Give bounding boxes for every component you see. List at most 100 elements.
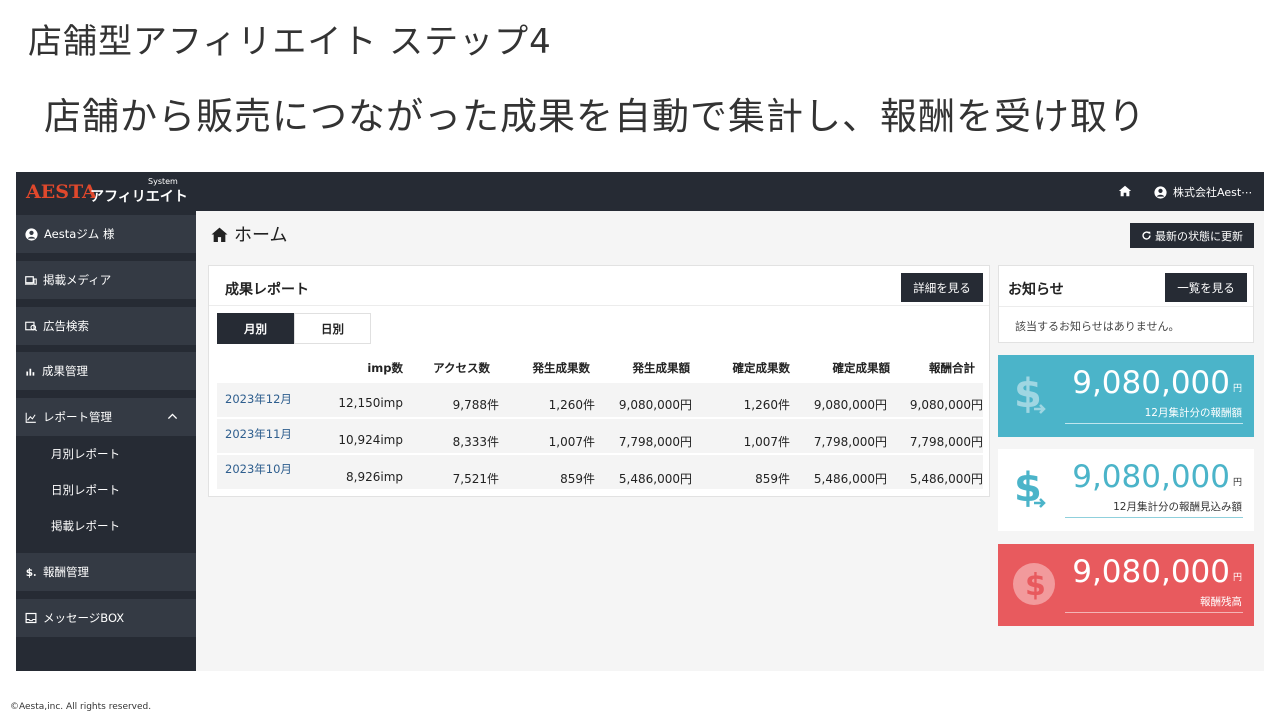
sidebar-item-reports[interactable]: レポート管理: [16, 398, 196, 436]
media-icon: [25, 275, 37, 285]
cell-confirmed-count: 1,007件: [743, 435, 790, 449]
cell-imp: 8,926imp: [346, 470, 403, 484]
column-header: アクセス数: [433, 361, 490, 375]
slide-subtitle: 店舗から販売につながった成果を自動で集計し、報酬を受け取り: [44, 95, 1146, 138]
topbar: AESTA アフィリエイト System 株式会社Aest⋯: [16, 172, 1264, 211]
dollar-transfer-icon: $: [1014, 465, 1046, 511]
report-title: 成果レポート: [225, 282, 309, 298]
tab-monthly[interactable]: 月別: [217, 313, 294, 344]
home-icon: [211, 227, 228, 242]
dollar-coin-icon: $: [1013, 563, 1055, 605]
stat-amount: 9,080,000: [1072, 554, 1230, 590]
divider: [1065, 517, 1243, 518]
report-card: 成果レポート 詳細を見る 月別 日別 imp数 アクセス数 発生成果数 発生成果…: [208, 265, 990, 497]
notice-title: お知らせ: [1008, 282, 1064, 298]
slide-title: 店舗型アフィリエイト ステップ4: [28, 22, 552, 62]
logo-main: AESTA: [26, 181, 97, 203]
user-circle-icon: [25, 227, 38, 241]
stat-unit: 円: [1232, 384, 1242, 394]
column-header: 発生成果額: [632, 361, 691, 375]
sidebar-item-label: 広告検索: [43, 319, 89, 333]
view-all-button[interactable]: 一覧を見る: [1165, 273, 1247, 302]
table-row: 2023年10月 8,926imp 7,521件 859件 5,486,000円…: [217, 455, 983, 489]
tab-daily[interactable]: 日別: [294, 313, 371, 344]
user-menu[interactable]: 株式会社Aest⋯: [1154, 183, 1252, 201]
app-screenshot: AESTA アフィリエイト System 株式会社Aest⋯ Aestaジム 様…: [16, 172, 1264, 671]
stat-unit: 円: [1232, 573, 1242, 583]
cell-access: 9,788件: [452, 398, 499, 412]
column-header: 確定成果額: [832, 361, 891, 375]
sidebar: Aestaジム 様 掲載メディア 広告検索 成果管理 レポート管理 月別レポート…: [16, 211, 196, 671]
sidebar-subitem-daily[interactable]: 日別レポート: [16, 472, 196, 508]
stat-card-reward: $ 9,080,000 円 12月集計分の報酬額: [998, 355, 1254, 437]
sidebar-account[interactable]: Aestaジム 様: [16, 215, 196, 253]
sidebar-subitem-monthly[interactable]: 月別レポート: [16, 436, 196, 472]
column-header: imp数: [367, 361, 403, 375]
sidebar-item-label: 報酬管理: [43, 565, 89, 579]
notice-empty-message: 該当するお知らせはありません。: [1015, 320, 1180, 333]
stat-label: 12月集計分の報酬額: [1144, 407, 1242, 419]
sidebar-item-ad-search[interactable]: 広告検索: [16, 307, 196, 345]
table-row: 2023年11月 10,924imp 8,333件 1,007件 7,798,0…: [217, 419, 983, 453]
cell-generated-amount: 7,798,000円: [618, 435, 692, 449]
sidebar-item-rewards[interactable]: $ 報酬管理: [16, 553, 196, 591]
cell-imp: 10,924imp: [338, 433, 403, 447]
cell-confirmed-count: 1,260件: [743, 398, 790, 412]
ad-search-icon: [25, 321, 37, 332]
stat-amount: 9,080,000: [1072, 459, 1230, 495]
bar-chart-icon: [26, 368, 35, 376]
stat-card-balance: $ 9,080,000 円 報酬残高: [998, 544, 1254, 626]
divider: [999, 306, 1253, 307]
column-header: 確定成果数: [732, 361, 791, 375]
user-icon: [1154, 185, 1167, 199]
chevron-up-icon[interactable]: [167, 411, 178, 422]
sidebar-item-label: レポート管理: [43, 410, 112, 424]
sidebar-account-label: Aestaジム 様: [44, 227, 115, 241]
sidebar-item-label: 掲載メディア: [43, 273, 112, 287]
cell-generated-count: 1,007件: [548, 435, 595, 449]
row-month-link[interactable]: 2023年11月: [225, 426, 292, 442]
cell-reward-total: 7,798,000円: [909, 435, 983, 449]
divider: [1065, 423, 1243, 424]
cell-confirmed-amount: 7,798,000円: [813, 435, 887, 449]
row-month-link[interactable]: 2023年12月: [225, 391, 292, 407]
sidebar-item-results[interactable]: 成果管理: [16, 352, 196, 390]
refresh-label: 最新の状態に更新: [1155, 229, 1243, 243]
stat-amount: 9,080,000: [1072, 365, 1230, 401]
sidebar-item-label: 成果管理: [42, 364, 88, 378]
inbox-icon: [25, 612, 37, 624]
stat-label: 報酬残高: [1200, 596, 1242, 608]
cell-generated-amount: 5,486,000円: [618, 472, 692, 486]
sidebar-subitem-label: 日別レポート: [51, 483, 120, 497]
copyright: ©Aesta,inc. All rights reserved.: [10, 702, 152, 712]
sidebar-subitem-placement[interactable]: 掲載レポート: [16, 508, 196, 544]
sidebar-subitem-label: 月別レポート: [51, 447, 120, 461]
cell-reward-total: 5,486,000円: [909, 472, 983, 486]
breadcrumb: ホーム: [210, 221, 287, 247]
main-content: ホーム 最新の状態に更新 成果レポート 詳細を見る 月別 日別 imp数 アクセ…: [196, 211, 1264, 671]
stat-card-expected: $ 9,080,000 円 12月集計分の報酬見込み額: [998, 449, 1254, 531]
home-icon[interactable]: [1118, 183, 1134, 199]
cell-access: 7,521件: [452, 472, 499, 486]
refresh-button[interactable]: 最新の状態に更新: [1130, 223, 1254, 248]
table-header: imp数 アクセス数 発生成果数 発生成果額 確定成果数 確定成果額 報酬合計: [217, 354, 983, 380]
cell-generated-amount: 9,080,000円: [618, 398, 692, 412]
row-month-link[interactable]: 2023年10月: [225, 461, 292, 477]
svg-text:$: $: [26, 567, 33, 578]
sidebar-item-messages[interactable]: メッセージBOX: [16, 599, 196, 637]
dollar-transfer-icon: $: [1014, 371, 1046, 417]
cell-imp: 12,150imp: [338, 396, 403, 410]
column-header: 発生成果数: [532, 361, 591, 375]
dollar-icon: $: [26, 567, 36, 578]
sidebar-item-media[interactable]: 掲載メディア: [16, 261, 196, 299]
cell-confirmed-amount: 9,080,000円: [813, 398, 887, 412]
notice-card: お知らせ 一覧を見る 該当するお知らせはありません。: [998, 265, 1254, 343]
cell-generated-count: 1,260件: [548, 398, 595, 412]
detail-button[interactable]: 詳細を見る: [901, 273, 983, 302]
cell-confirmed-count: 859件: [755, 472, 790, 486]
logo-system: System: [148, 177, 178, 186]
sidebar-subitem-label: 掲載レポート: [51, 519, 120, 533]
refresh-icon: [1142, 231, 1151, 240]
table-row: 2023年12月 12,150imp 9,788件 1,260件 9,080,0…: [217, 383, 983, 417]
stat-unit: 円: [1232, 478, 1242, 488]
